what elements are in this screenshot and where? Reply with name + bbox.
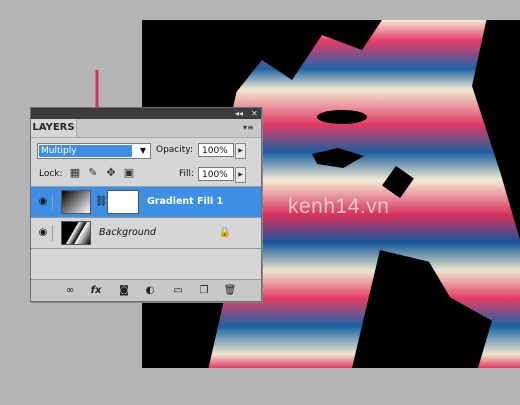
layer-row-background[interactable]: ◉ Background 🔒 <box>31 218 261 249</box>
layer-row-gradient-fill[interactable]: ◉ ⛓ Gradient Fill 1 <box>31 187 261 218</box>
watermark-text: kenh14.vn <box>288 195 390 218</box>
layer-mask-thumbnail[interactable] <box>107 190 139 214</box>
panel-titlebar[interactable]: ◂◂ ✕ <box>31 108 261 119</box>
blend-mode-select[interactable]: Multiply ▼ <box>37 143 151 159</box>
add-mask-icon[interactable]: ◙ <box>117 284 131 297</box>
close-icon[interactable]: ✕ <box>251 108 258 119</box>
chevron-down-icon[interactable]: ▼ <box>137 145 149 157</box>
trash-icon[interactable]: 🗑 <box>223 284 237 297</box>
fill-field[interactable]: 100% <box>198 167 234 181</box>
link-icon[interactable]: ⛓ <box>95 196 108 207</box>
eye-icon[interactable]: ◉ <box>34 225 53 241</box>
layers-panel: ◂◂ ✕ LAYERS ▾≡ Multiply ▼ Opacity: 100% … <box>30 107 262 302</box>
fill-label: Fill: <box>179 169 195 179</box>
blend-mode-value: Multiply <box>39 145 132 157</box>
tab-layers[interactable]: LAYERS <box>31 119 77 137</box>
fill-slider-arrow-icon[interactable]: ▶ <box>235 167 246 183</box>
group-folder-icon[interactable]: ▭ <box>171 284 185 297</box>
photo-thumbnail[interactable] <box>61 221 91 245</box>
layer-name[interactable]: Background <box>99 218 156 248</box>
opacity-field[interactable]: 100% <box>198 143 234 157</box>
artwork-mouth <box>312 148 364 168</box>
artwork-cheek <box>382 165 414 199</box>
link-layers-icon[interactable]: ∞ <box>63 284 77 297</box>
lock-pixels-icon[interactable]: ✎ <box>87 167 99 179</box>
layer-name[interactable]: Gradient Fill 1 <box>147 187 223 217</box>
panel-bottom-toolbar: ∞ fx ◙ ◐ ▭ ❐ 🗑 <box>31 279 261 301</box>
opacity-label: Opacity: <box>156 145 193 155</box>
artwork-eye <box>317 110 367 124</box>
lock-fill-row: Lock: ▦ ✎ ✥ ▣ Fill: 100% ▶ <box>31 162 261 187</box>
lock-position-icon[interactable]: ✥ <box>105 167 117 179</box>
panel-tab-row: LAYERS ▾≡ <box>31 119 261 138</box>
eye-icon[interactable]: ◉ <box>34 194 53 210</box>
blend-opacity-row: Multiply ▼ Opacity: 100% ▶ <box>31 138 261 162</box>
opacity-slider-arrow-icon[interactable]: ▶ <box>235 143 246 159</box>
panel-menu-icon[interactable]: ▾≡ <box>243 123 257 133</box>
new-layer-icon[interactable]: ❐ <box>197 284 211 297</box>
lock-all-icon[interactable]: ▣ <box>123 167 135 179</box>
lock-transparency-icon[interactable]: ▦ <box>69 167 81 179</box>
artwork-hand <box>352 250 492 368</box>
artwork-hair-right <box>472 20 520 240</box>
adjustment-layer-icon[interactable]: ◐ <box>143 284 157 297</box>
collapse-icon[interactable]: ◂◂ <box>235 108 243 119</box>
fx-icon[interactable]: fx <box>89 284 103 297</box>
lock-icon: 🔒 <box>218 227 231 238</box>
lock-label: Lock: <box>39 169 63 179</box>
gradient-fill-icon[interactable] <box>61 190 91 214</box>
